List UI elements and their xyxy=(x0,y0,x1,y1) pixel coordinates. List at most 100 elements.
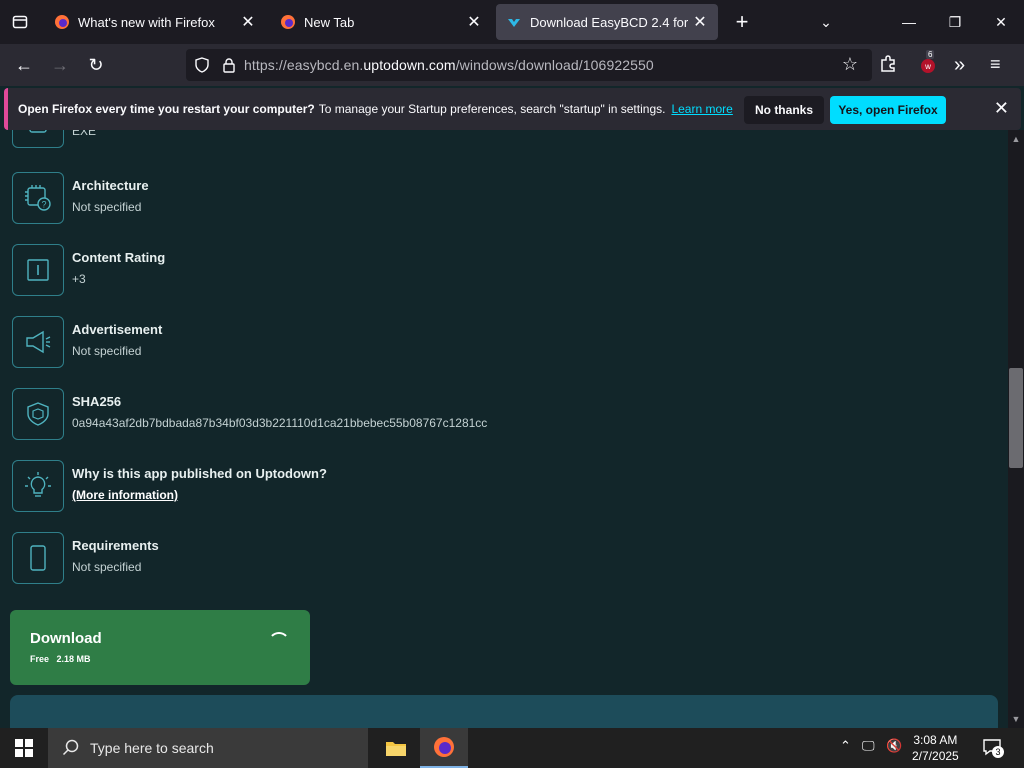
tab-title: New Tab xyxy=(304,14,355,30)
start-button[interactable] xyxy=(0,728,48,768)
scroll-up-icon[interactable]: ▲ xyxy=(1008,134,1024,144)
svg-text:w: w xyxy=(924,62,931,71)
why-published-title: Why is this app published on Uptodown? xyxy=(72,466,327,481)
taskbar-clock[interactable]: 3:08 AM 2/7/2025 xyxy=(912,732,959,764)
firefox-favicon-icon xyxy=(55,15,69,29)
url-text[interactable]: https://easybcd.en.uptodown.com/windows/… xyxy=(244,57,654,73)
back-arrow-icon: ← xyxy=(15,54,33,75)
puzzle-icon xyxy=(881,55,895,72)
url-bar[interactable]: https://easybcd.en.uptodown.com/windows/… xyxy=(186,49,872,81)
file-explorer-button[interactable] xyxy=(372,728,420,768)
restore-button[interactable]: ❐ xyxy=(932,0,978,44)
restore-icon: ❐ xyxy=(948,13,962,30)
hamburger-icon: ≡ xyxy=(990,54,1001,74)
lightbulb-icon xyxy=(12,460,64,512)
info-row-sha256: SHA256 0a94a43af2db7bdbada87b34bf03d3b22… xyxy=(12,388,912,440)
no-thanks-button[interactable]: No thanks xyxy=(744,96,824,124)
clock-date: 2/7/2025 xyxy=(912,749,959,763)
info-row-file-type: EXE xyxy=(12,130,912,148)
tab-title: What's new with Firefox xyxy=(78,14,215,30)
minimize-icon: — xyxy=(902,14,916,30)
firefox-view-icon xyxy=(12,15,28,29)
requirements-title: Requirements xyxy=(72,538,159,553)
firefox-icon xyxy=(434,737,454,757)
shield-box-icon xyxy=(12,388,64,440)
sha256-title: SHA256 xyxy=(72,394,122,409)
advertisement-title: Advertisement xyxy=(72,322,163,337)
scrollbar-thumb[interactable] xyxy=(1009,368,1023,468)
plus-icon: + xyxy=(735,9,749,34)
reload-button[interactable]: ↻ xyxy=(78,49,114,81)
download-free-label: Free xyxy=(30,654,50,664)
next-section-card xyxy=(10,695,998,728)
url-path: /windows/download/106922550 xyxy=(455,57,654,73)
download-meta: Free 2.18 MB xyxy=(30,654,91,664)
bookmark-star-button[interactable]: ☆ xyxy=(838,54,862,78)
page-content: EXE ? Architecture Not specified Content… xyxy=(0,130,1008,728)
close-tab-icon[interactable]: ✕ xyxy=(466,12,482,32)
download-button[interactable]: Download Free 2.18 MB xyxy=(10,610,310,685)
close-tab-icon[interactable]: ✕ xyxy=(692,12,708,32)
info-row-content-rating: Content Rating +3 xyxy=(12,244,912,296)
url-domain: uptodown.com xyxy=(363,57,456,73)
notification-heading: Open Firefox every time you restart your… xyxy=(18,102,315,116)
menu-button[interactable]: ≡ xyxy=(990,54,1012,76)
learn-more-link[interactable]: Learn more xyxy=(671,102,732,116)
more-information-link[interactable]: (More information) xyxy=(72,488,178,502)
phone-icon xyxy=(12,532,64,584)
shield-icon[interactable] xyxy=(194,57,210,73)
architecture-value: Not specified xyxy=(72,200,142,214)
folder-icon xyxy=(386,742,406,756)
network-icon[interactable]: 🖵 xyxy=(862,738,875,754)
extension-badge: 6 xyxy=(926,50,935,59)
more-tools-button[interactable]: » xyxy=(954,54,976,76)
chevron-down-icon: ⌄ xyxy=(820,13,832,30)
double-chevron-icon: » xyxy=(954,54,966,76)
notification-count-badge: 3 xyxy=(992,746,1004,758)
close-notification-icon[interactable]: ✕ xyxy=(994,98,1009,119)
tab-whats-new[interactable]: What's new with Firefox ✕ xyxy=(44,4,266,40)
reload-icon: ↻ xyxy=(88,54,104,75)
firefox-taskbar-button[interactable] xyxy=(420,728,468,768)
search-icon xyxy=(62,739,79,756)
firefox-view-button[interactable] xyxy=(0,0,40,44)
svg-text:?: ? xyxy=(41,200,46,210)
file-icon xyxy=(12,130,64,148)
yes-open-firefox-button[interactable]: Yes, open Firefox xyxy=(830,96,946,124)
requirements-value: Not specified xyxy=(72,560,142,574)
scroll-down-icon[interactable]: ▼ xyxy=(1008,714,1024,724)
info-row-architecture: ? Architecture Not specified xyxy=(12,172,912,224)
download-size: 2.18 MB xyxy=(56,654,91,664)
extensions-button[interactable] xyxy=(878,54,902,78)
chevron-up-icon[interactable]: ⌃ xyxy=(840,738,851,754)
close-tab-icon[interactable]: ✕ xyxy=(240,12,256,32)
star-icon: ☆ xyxy=(841,54,859,74)
search-placeholder: Type here to search xyxy=(90,740,214,756)
info-row-advertisement: Advertisement Not specified xyxy=(12,316,912,368)
notification-center-button[interactable]: 3 xyxy=(982,738,1006,758)
loading-spinner-icon xyxy=(268,632,290,654)
forward-arrow-icon: → xyxy=(51,54,69,75)
list-all-tabs-button[interactable]: ⌄ xyxy=(803,0,849,44)
close-window-button[interactable]: ✕ xyxy=(978,0,1024,44)
tab-easybcd[interactable]: Download EasyBCD 2.4 for Wind ✕ xyxy=(496,4,718,40)
tab-bar: What's new with Firefox ✕ New Tab ✕ Down… xyxy=(0,0,1024,44)
lock-icon[interactable] xyxy=(222,57,236,73)
volume-icon[interactable]: 🔇 xyxy=(886,738,902,754)
close-icon: ✕ xyxy=(995,13,1007,30)
new-tab-button[interactable]: + xyxy=(726,6,758,38)
info-row-requirements: Requirements Not specified xyxy=(12,532,912,584)
extension-addon-button[interactable]: w 6 xyxy=(918,50,942,78)
advertisement-value: Not specified xyxy=(72,344,142,358)
forward-button[interactable]: → xyxy=(42,49,78,81)
tab-new-tab[interactable]: New Tab ✕ xyxy=(270,4,492,40)
file-type-value: EXE xyxy=(72,130,97,138)
content-rating-value: +3 xyxy=(72,272,86,286)
minimize-button[interactable]: — xyxy=(886,0,932,44)
info-row-why-published: Why is this app published on Uptodown? (… xyxy=(12,460,912,512)
back-button[interactable]: ← xyxy=(6,49,42,81)
taskbar-search-box[interactable]: Type here to search xyxy=(48,728,368,768)
windows-logo-icon xyxy=(15,739,33,757)
architecture-title: Architecture xyxy=(72,178,149,193)
windows-taskbar: Type here to search ⌃ 🖵 🔇 3:08 AM 2/7/20… xyxy=(0,728,1024,768)
